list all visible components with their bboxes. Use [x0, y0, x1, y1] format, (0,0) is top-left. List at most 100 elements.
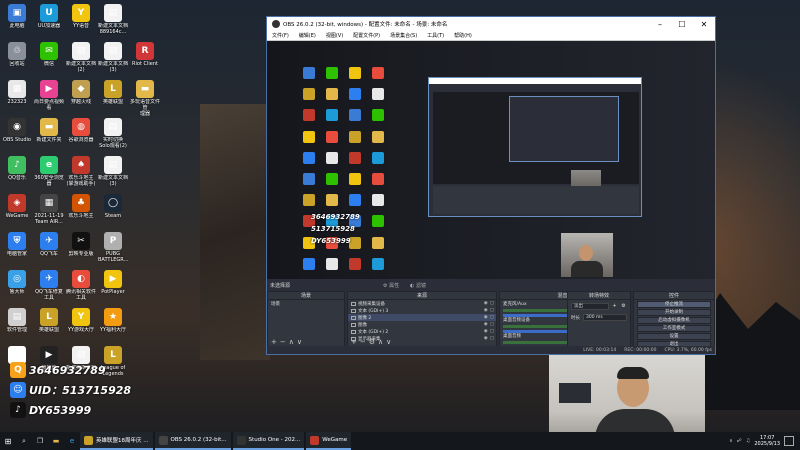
desktop-icon[interactable]: ◯ Steam [98, 192, 128, 230]
desktop-icon[interactable]: ▤ 新建文本文档 (3) [98, 40, 128, 78]
desktop-icon[interactable]: ⛨ 电脑管家 [2, 230, 32, 268]
desktop-icon[interactable]: L 英雄联盟 [34, 306, 64, 344]
notification-icon[interactable] [784, 436, 794, 446]
visibility-eye-icon[interactable]: ◉ [484, 322, 488, 327]
obs-menu-item[interactable]: 场景集合(S) [385, 32, 422, 39]
obs-menu-item[interactable]: 文件(F) [267, 32, 294, 39]
search-icon[interactable]: ⌕ [16, 432, 32, 450]
desktop-icon[interactable]: ◐ 腾讯相关软件 工具 [66, 268, 96, 306]
desktop-icon[interactable]: R Riot Client [130, 40, 160, 78]
desktop-icon[interactable]: ◉ OBS Studio [2, 116, 32, 154]
sources-dock-buttons[interactable]: +−⚙∧∨ [351, 338, 394, 346]
desktop-icon[interactable]: ▦ 232323 [2, 78, 32, 116]
desktop-icon[interactable]: e 360安全浏览 器 [34, 154, 64, 192]
obs-preview[interactable]: 3646932789 513715928 DY653999 [267, 41, 715, 279]
properties-button[interactable]: ⚙ 属性 [383, 282, 399, 289]
desktop-icon[interactable]: ✈ QQ飞车修复 工具 [34, 268, 64, 306]
transition-type-select[interactable]: 淡出 [571, 303, 609, 310]
app-icon: ✉ [40, 42, 58, 60]
network-icon[interactable]: ☍ [737, 438, 742, 444]
control-button[interactable]: 停止推流 [637, 301, 711, 308]
preview-mini-icon [303, 109, 315, 122]
scenes-dock-buttons[interactable]: +−∧∨ [271, 338, 305, 346]
desktop-icon[interactable]: ♣ 欢乐斗地主 [66, 192, 96, 230]
transition-settings-icon[interactable]: ⚙ [620, 303, 627, 310]
obs-menu-item[interactable]: 视图(V) [321, 32, 348, 39]
lock-icon[interactable]: ▢ [490, 315, 494, 320]
desktop-icon[interactable]: ▣ 此电脑 [2, 2, 32, 40]
desktop-icon[interactable]: ▬ 新建文件夹 [34, 116, 64, 154]
desktop-icon[interactable]: ◍ 谷歌浏览器 [66, 116, 96, 154]
taskbar-app[interactable]: Studio One - 202... [232, 432, 305, 450]
control-button[interactable]: 启动虚拟摄像机 [637, 317, 711, 324]
scene-item[interactable]: 场景 [268, 300, 344, 307]
maximize-icon[interactable]: ☐ [671, 17, 693, 31]
desktop-icon[interactable]: ▤ 新建文本文档 (3) [98, 154, 128, 192]
desktop-icon[interactable]: ★ YY福利大厅 [98, 306, 128, 344]
lock-icon[interactable]: ▢ [490, 308, 494, 313]
volume-icon[interactable]: ♫ [746, 438, 750, 444]
taskbar-app[interactable]: 英雄联盟18周年庆 ... [80, 432, 153, 450]
desktop-icon[interactable]: ♪ QQ音乐 [2, 154, 32, 192]
desktop-icon[interactable]: ▶ 尚日要点视频 看 [34, 78, 64, 116]
desktop-icon[interactable]: ▶ PotPlayer [98, 268, 128, 306]
desktop-icon[interactable]: ✂ 剪映专业版 [66, 230, 96, 268]
source-item[interactable]: 视频采集设备 ◉ ▢ [348, 300, 496, 307]
obs-menu-item[interactable]: 配置文件(P) [348, 32, 385, 39]
lock-icon[interactable]: ▢ [490, 336, 494, 341]
clock[interactable]: 17:07 2025/9/13 [754, 435, 780, 447]
source-item[interactable]: 文本 (GDI+) 3 ◉ ▢ [348, 307, 496, 314]
close-icon[interactable]: ✕ [693, 17, 715, 31]
visibility-eye-icon[interactable]: ◉ [484, 336, 488, 341]
desktop-icon[interactable]: Y YY游戏大厅 [66, 306, 96, 344]
add-transition-icon[interactable]: + [611, 303, 618, 310]
taskbar-app[interactable]: OBS 26.0.2 (32-bit... [154, 432, 231, 450]
source-item[interactable]: 图像 2 ◉ ▢ [348, 314, 496, 321]
desktop-icon[interactable]: ▤ 实时切换 Solo观看(2) [98, 116, 128, 154]
desktop-icon[interactable]: ▦ 2021-11-19 Team AIR... [34, 192, 64, 230]
lock-icon[interactable]: ▢ [490, 329, 494, 334]
duration-input[interactable]: 300 ms [583, 314, 627, 321]
visibility-eye-icon[interactable]: ◉ [484, 315, 488, 320]
preview-qq-id: 3646932789 [311, 213, 360, 221]
desktop-icon[interactable]: ◎ 鲁大师 [2, 268, 32, 306]
control-button[interactable]: 设置 [637, 333, 711, 340]
source-item[interactable]: 图像 ◉ ▢ [348, 321, 496, 328]
task-view-icon[interactable]: ❐ [32, 432, 48, 450]
file-explorer-icon[interactable]: ▬ [48, 432, 64, 450]
desktop-icon[interactable]: ✈ QQ飞车 [34, 230, 64, 268]
desktop-icon[interactable]: ✉ 微信 [34, 40, 64, 78]
desktop-icon[interactable]: ♲ 回收站 [2, 40, 32, 78]
desktop-icon[interactable]: ▬ 多玩语音文件管 理器 [130, 78, 160, 116]
desktop-icon[interactable]: Y YY语音 [66, 2, 96, 40]
desktop-icon[interactable]: U UU加速器 [34, 2, 64, 40]
visibility-eye-icon[interactable]: ◉ [484, 301, 488, 306]
control-button[interactable]: 工作室模式 [637, 325, 711, 332]
control-button[interactable]: 开始录制 [637, 309, 711, 316]
desktop-icon[interactable]: P PUBG BATTLEGR... [98, 230, 128, 268]
tray-expand-icon[interactable]: ∧ [729, 438, 733, 444]
lock-icon[interactable]: ▢ [490, 322, 494, 327]
preview-mini-icon [326, 151, 338, 164]
desktop-icon[interactable]: ▤ 软件管理 [2, 306, 32, 344]
obs-menu-item[interactable]: 工具(T) [422, 32, 449, 39]
filters-button[interactable]: ◐ 滤镜 [410, 282, 426, 289]
minimize-icon[interactable]: – [649, 17, 671, 31]
desktop-icon[interactable]: ♠ 欢乐斗地主 (掌游戏助手) [66, 154, 96, 192]
edge-icon[interactable]: e [64, 432, 80, 450]
desktop-icon[interactable]: ▤ 新建文本文档 889164c... [98, 2, 128, 40]
obs-title-bar[interactable]: OBS 26.0.2 (32-bit, windows) - 配置文件: 未命名… [267, 17, 715, 31]
source-item[interactable]: 文本 (GDI+) 2 ◉ ▢ [348, 328, 496, 335]
desktop-icon[interactable]: ◈ WeGame [2, 192, 32, 230]
windows-start-icon[interactable]: ⊞ [0, 432, 16, 450]
taskbar-app[interactable]: WeGame [306, 432, 352, 450]
visibility-eye-icon[interactable]: ◉ [484, 308, 488, 313]
obs-menu-item[interactable]: 帮助(H) [449, 32, 477, 39]
obs-menu-item[interactable]: 编辑(E) [294, 32, 321, 39]
desktop-icon[interactable]: ▤ 新建文本文档 (2) [66, 40, 96, 78]
visibility-eye-icon[interactable]: ◉ [484, 329, 488, 334]
desktop-icon[interactable]: ◆ 穿越火线 [66, 78, 96, 116]
desktop-icon[interactable]: L 英雄联盟 [98, 78, 128, 116]
lock-icon[interactable]: ▢ [490, 301, 494, 306]
obs-window[interactable]: OBS 26.0.2 (32-bit, windows) - 配置文件: 未命名… [266, 16, 716, 355]
